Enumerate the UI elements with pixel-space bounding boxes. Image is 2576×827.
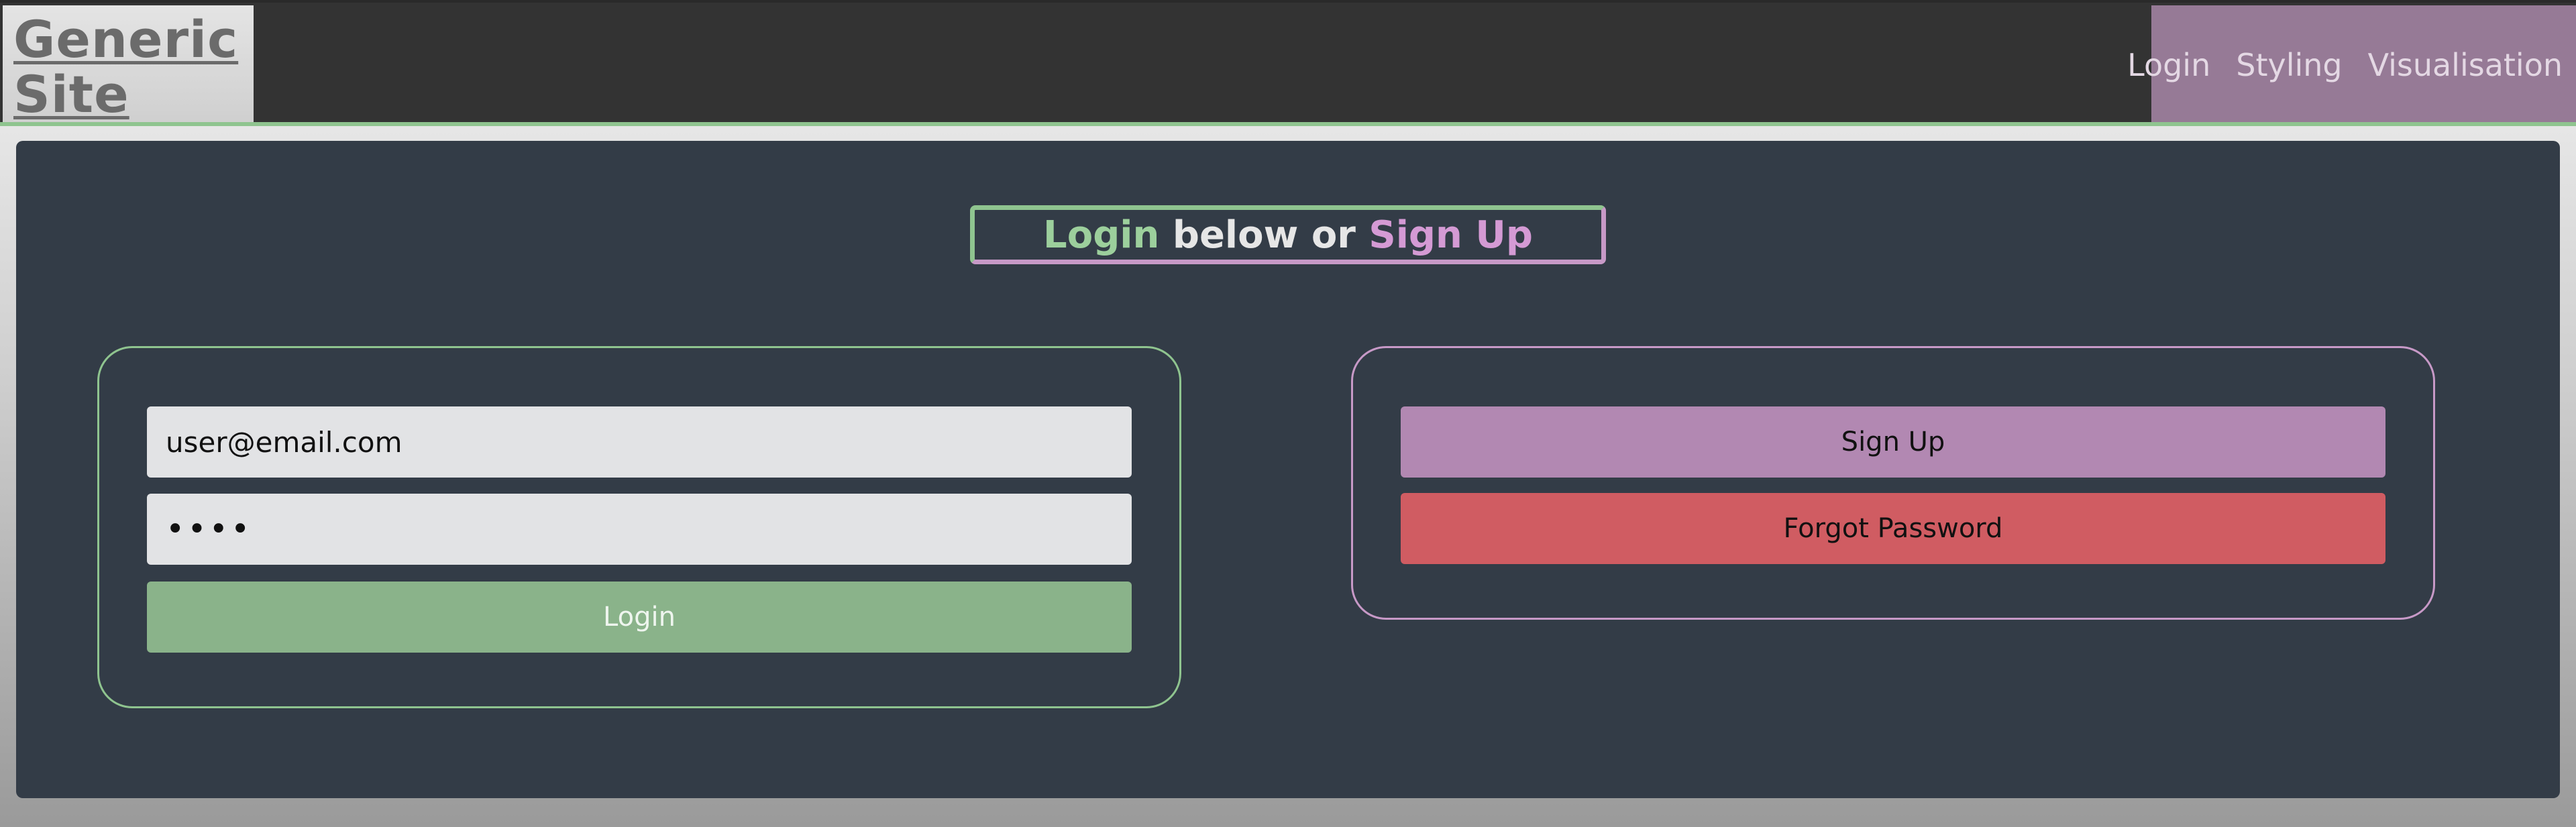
main-panel: Login below or Sign Up Login Sign Up For…: [16, 141, 2560, 798]
header-divider: [0, 122, 2576, 126]
forgot-password-button[interactable]: Forgot Password: [1401, 493, 2385, 564]
signup-button[interactable]: Sign Up: [1401, 406, 2385, 478]
title-middle-text: below or: [1159, 213, 1369, 257]
email-field[interactable]: [147, 406, 1132, 478]
logo-line-2: Site: [13, 64, 129, 124]
login-button[interactable]: Login: [147, 582, 1132, 653]
page-title: Login below or Sign Up: [970, 205, 1606, 264]
password-field[interactable]: [147, 494, 1132, 565]
title-signup-text: Sign Up: [1368, 213, 1533, 257]
main-nav: Login Styling Visualisation: [2127, 5, 2576, 125]
nav-styling-link[interactable]: Styling: [2236, 47, 2342, 83]
logo-link[interactable]: Generic Site: [13, 12, 241, 122]
logo-line-1: Generic: [13, 9, 239, 69]
login-panel: Login: [97, 346, 1181, 708]
signup-panel: Sign Up Forgot Password: [1351, 346, 2435, 620]
nav-login-link[interactable]: Login: [2127, 47, 2210, 83]
nav-visualisation-link[interactable]: Visualisation: [2368, 47, 2563, 83]
site-header: Generic Site Login Styling Visualisation: [0, 0, 2576, 125]
site-logo[interactable]: Generic Site: [3, 5, 254, 125]
title-login-text: Login: [1043, 213, 1160, 257]
